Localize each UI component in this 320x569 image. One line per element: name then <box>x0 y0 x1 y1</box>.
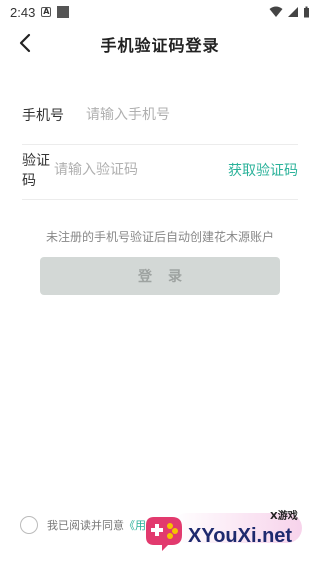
gamepad-logo-icon <box>146 517 182 551</box>
status-bar: 2:43 A <box>0 0 320 24</box>
wifi-icon <box>269 6 283 17</box>
phone-input[interactable] <box>86 106 298 123</box>
notification-a-icon: A <box>41 7 52 17</box>
login-button[interactable]: 登录 <box>40 257 280 295</box>
signal-icon <box>288 7 298 17</box>
agreement-row: 我已阅读并同意 《用户 <box>20 514 157 536</box>
battery-icon <box>304 6 309 18</box>
app-bar: 手机验证码登录 <box>0 24 320 62</box>
code-row: 验证码 获取验证码 <box>22 140 298 200</box>
watermark: X游戏 XYouXi.net <box>142 507 314 555</box>
notification-square-icon <box>57 6 70 18</box>
code-input[interactable] <box>54 161 228 178</box>
get-code-button[interactable]: 获取验证码 <box>228 160 298 180</box>
agreement-radio[interactable] <box>20 516 38 534</box>
code-label: 验证码 <box>22 152 50 189</box>
watermark-small-text: X游戏 <box>270 511 298 522</box>
status-time: 2:43 <box>10 4 36 20</box>
watermark-brand-text: XYouXi.net <box>188 525 293 547</box>
agreement-text: 我已阅读并同意 <box>47 519 124 532</box>
phone-label: 手机号 <box>22 107 64 124</box>
auto-register-notice: 未注册的手机号验证后自动创建花木源账户 <box>45 230 274 244</box>
status-right-icons <box>269 6 310 18</box>
page-title: 手机验证码登录 <box>100 36 220 55</box>
phone-row: 手机号 <box>22 85 298 145</box>
